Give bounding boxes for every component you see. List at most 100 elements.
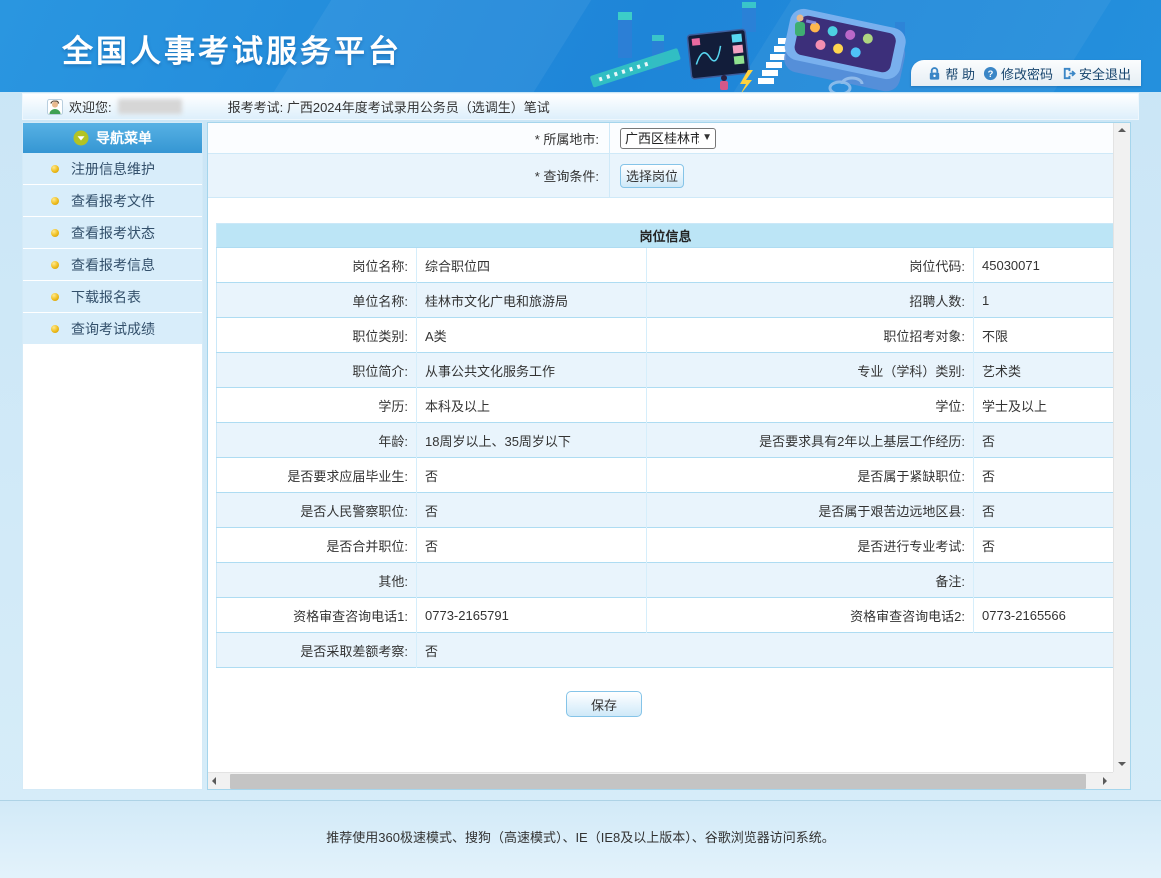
exit-icon	[1061, 66, 1076, 81]
field-value: 桂林市文化广电和旅游局	[417, 283, 647, 318]
table-row: 是否要求应届毕业生:否是否属于紧缺职位:否	[217, 458, 1114, 493]
question-icon: ?	[983, 66, 998, 81]
field-label: 是否采取差额考察:	[217, 633, 417, 668]
bullet-icon	[51, 229, 59, 237]
field-label: 年龄:	[217, 423, 417, 458]
sidebar-item-registration-info[interactable]: 注册信息维护	[23, 153, 202, 185]
field-value: 0773-2165791	[417, 598, 647, 633]
field-value: 否	[417, 493, 647, 528]
username-redacted	[118, 99, 182, 114]
table-title: 岗位信息	[217, 224, 1114, 248]
chevron-down-circle-icon	[73, 130, 89, 146]
sidebar-item-query-exam-results[interactable]: 查询考试成绩	[23, 313, 202, 345]
query-field-label: * 查询条件:	[208, 154, 610, 197]
nav-menu-title: 导航菜单	[96, 128, 152, 148]
nav-list: 注册信息维护 查看报考文件 查看报考状态 查看报考信息 下载报名表 查询考试成绩	[23, 153, 202, 345]
scroll-down-arrow[interactable]	[1114, 755, 1131, 772]
app-header: 全国人事考试服务平台	[0, 0, 1161, 92]
field-label: 岗位名称:	[217, 248, 417, 283]
sidebar-item-label: 查看报考信息	[71, 255, 155, 275]
main-content: * 所属地市: 广西区桂林市 ▼ * 查询条件: 选择岗位	[208, 123, 1113, 772]
horizontal-scrollbar[interactable]	[208, 772, 1113, 789]
help-button[interactable]: 帮 助	[927, 64, 975, 83]
field-value: 1	[974, 283, 1114, 318]
svg-text:?: ?	[988, 68, 994, 78]
page-title: 全国人事考试服务平台	[62, 26, 402, 71]
change-password-label: 修改密码	[1001, 64, 1053, 83]
position-info-table: 岗位信息 岗位名称:综合职位四岗位代码:45030071 单位名称:桂林市文化广…	[216, 223, 1113, 668]
sidebar-item-view-application-info[interactable]: 查看报考信息	[23, 249, 202, 281]
scroll-right-arrow[interactable]	[1096, 773, 1113, 790]
horizontal-scroll-thumb[interactable]	[230, 774, 1086, 789]
field-label: 岗位代码:	[647, 248, 974, 283]
scroll-left-arrow[interactable]	[208, 773, 225, 790]
sidebar-item-label: 查看报考文件	[71, 191, 155, 211]
field-label: 资格审查咨询电话2:	[647, 598, 974, 633]
field-value: 否	[974, 423, 1114, 458]
field-value: 从事公共文化服务工作	[417, 353, 647, 388]
sidebar-item-download-registration-form[interactable]: 下载报名表	[23, 281, 202, 313]
field-value: 否	[417, 633, 1114, 668]
field-value: 45030071	[974, 248, 1114, 283]
field-value: 综合职位四	[417, 248, 647, 283]
table-row: 岗位名称:综合职位四岗位代码:45030071	[217, 248, 1114, 283]
table-row: 职位类别:A类职位招考对象:不限	[217, 318, 1114, 353]
sidebar-item-label: 注册信息维护	[71, 159, 155, 179]
field-label: 学历:	[217, 388, 417, 423]
field-label: 职位类别:	[217, 318, 417, 353]
bullet-icon	[51, 197, 59, 205]
logout-button[interactable]: 安全退出	[1061, 64, 1131, 83]
sidebar-item-label: 查询考试成绩	[71, 319, 155, 339]
header-illustration	[590, 0, 930, 92]
sidebar-item-label: 下载报名表	[71, 287, 141, 307]
bullet-icon	[51, 261, 59, 269]
field-value: 否	[974, 528, 1114, 563]
field-label: 是否人民警察职位:	[217, 493, 417, 528]
page: 全国人事考试服务平台	[0, 0, 1161, 878]
field-label: 资格审查咨询电话1:	[217, 598, 417, 633]
main-panel: * 所属地市: 广西区桂林市 ▼ * 查询条件: 选择岗位	[207, 122, 1131, 790]
table-row-span: 是否采取差额考察:否	[217, 633, 1114, 668]
sidebar-item-view-application-status[interactable]: 查看报考状态	[23, 217, 202, 249]
field-label: 是否属于紧缺职位:	[647, 458, 974, 493]
field-label: 是否进行专业考试:	[647, 528, 974, 563]
table-row: 年龄:18周岁以上、35周岁以下是否要求具有2年以上基层工作经历:否	[217, 423, 1114, 458]
field-label: 是否属于艰苦边远地区县:	[647, 493, 974, 528]
city-select[interactable]: 广西区桂林市	[620, 128, 716, 149]
field-label: 招聘人数:	[647, 283, 974, 318]
field-value: 艺术类	[974, 353, 1114, 388]
bullet-icon	[51, 325, 59, 333]
sidebar-item-label: 查看报考状态	[71, 223, 155, 243]
nav-menu-header[interactable]: 导航菜单	[23, 123, 202, 153]
browser-recommendation-text: 推荐使用360极速模式、搜狗（高速模式）、IE（IE8及以上版本）、谷歌浏览器访…	[0, 827, 1161, 846]
field-value: 18周岁以上、35周岁以下	[417, 423, 647, 458]
table-title-row: 岗位信息	[217, 224, 1114, 248]
footer: 推荐使用360极速模式、搜狗（高速模式）、IE（IE8及以上版本）、谷歌浏览器访…	[0, 801, 1161, 878]
field-value	[417, 563, 647, 598]
form-row-query: * 查询条件: 选择岗位	[208, 154, 1113, 198]
form-row-city: * 所属地市: 广西区桂林市 ▼	[208, 123, 1113, 154]
field-label: 是否要求具有2年以上基层工作经历:	[647, 423, 974, 458]
field-label: 学位:	[647, 388, 974, 423]
field-value: 否	[974, 458, 1114, 493]
sidebar: 导航菜单 注册信息维护 查看报考文件 查看报考状态 查看报考信息 下载报名表 查…	[22, 122, 203, 790]
vertical-scrollbar[interactable]	[1113, 123, 1130, 772]
city-field-label: * 所属地市:	[208, 123, 610, 153]
select-position-button[interactable]: 选择岗位	[620, 164, 684, 188]
table-row: 是否人民警察职位:否是否属于艰苦边远地区县:否	[217, 493, 1114, 528]
help-label: 帮 助	[945, 64, 975, 83]
field-value: 本科及以上	[417, 388, 647, 423]
field-value: 否	[417, 458, 647, 493]
field-label: 是否合并职位:	[217, 528, 417, 563]
table-row: 职位简介:从事公共文化服务工作专业（学科）类别:艺术类	[217, 353, 1114, 388]
sidebar-item-view-exam-documents[interactable]: 查看报考文件	[23, 185, 202, 217]
field-label: 是否要求应届毕业生:	[217, 458, 417, 493]
welcome-bar: 欢迎您: 报考考试: 广西2024年度考试录用公务员（选调生）笔试	[22, 93, 1139, 120]
save-button[interactable]: 保存	[566, 691, 642, 717]
field-value	[974, 563, 1114, 598]
bullet-icon	[51, 165, 59, 173]
field-label: 备注:	[647, 563, 974, 598]
change-password-button[interactable]: ? 修改密码	[983, 64, 1053, 83]
welcome-label: 欢迎您:	[69, 97, 112, 116]
scroll-up-arrow[interactable]	[1114, 123, 1131, 140]
